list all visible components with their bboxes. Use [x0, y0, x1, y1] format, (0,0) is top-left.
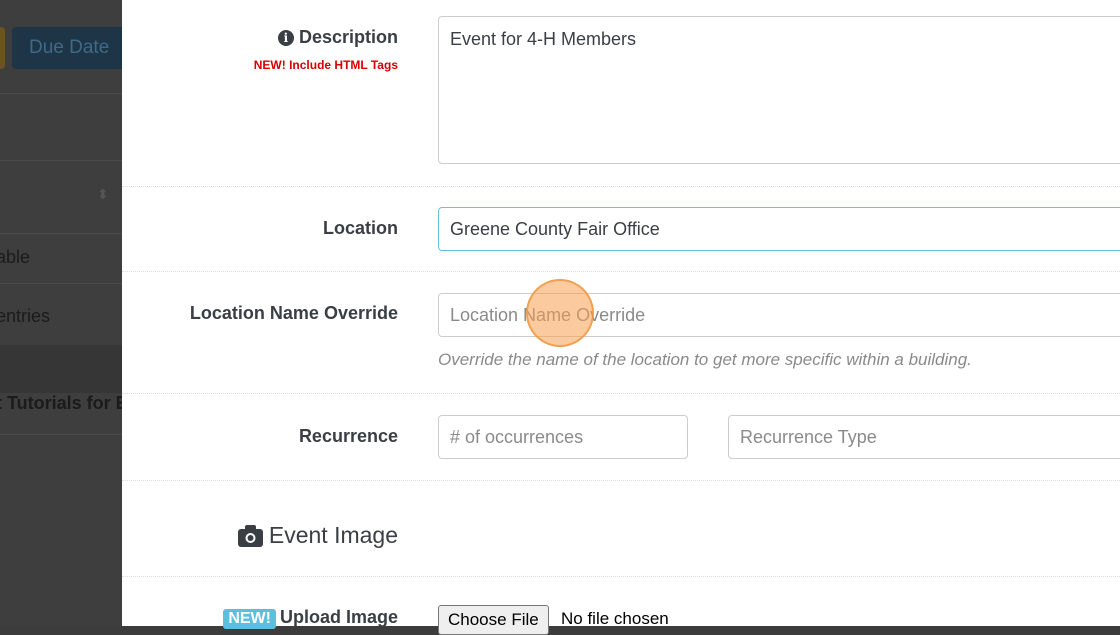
html-tags-note: NEW! Include HTML Tags — [253, 58, 398, 72]
camera-icon — [237, 524, 263, 547]
backdrop-page: Due Date ⬍ able entries t Tutorials for … — [0, 0, 122, 626]
divider — [122, 480, 1120, 481]
backdrop-text: t Tutorials for Ev — [0, 393, 122, 413]
choose-file-button[interactable]: Choose File — [438, 605, 549, 635]
backdrop-button — [0, 27, 5, 69]
occurrences-input[interactable]: # of occurrences — [438, 415, 688, 459]
recurrence-type-select[interactable]: Recurrence Type — [728, 415, 1120, 459]
location-override-help: Override the name of the location to get… — [438, 350, 972, 369]
info-icon: i — [277, 30, 294, 46]
divider — [122, 393, 1120, 394]
divider — [122, 576, 1120, 577]
location-override-label: Location Name Override — [189, 303, 398, 323]
placeholder: Recurrence Type — [740, 426, 877, 447]
heading-text: Event Image — [268, 522, 398, 548]
sort-icon: ⬍ — [97, 186, 109, 202]
backdrop-text: entries — [0, 306, 51, 326]
divider — [0, 160, 122, 161]
backdrop-text: able — [0, 247, 31, 267]
recurrence-label: Recurrence — [298, 426, 398, 446]
description-label: i Description — [277, 27, 398, 48]
divider — [122, 271, 1120, 272]
file-status: No file chosen — [561, 609, 669, 628]
description-textarea[interactable]: Event for 4-H Members — [438, 16, 1120, 164]
divider — [0, 93, 122, 94]
location-label: Location — [323, 218, 398, 238]
due-date-button: Due Date — [12, 27, 122, 69]
divider — [122, 186, 1120, 187]
backdrop-band — [0, 345, 122, 393]
divider — [0, 233, 122, 234]
placeholder: # of occurrences — [450, 426, 584, 447]
click-indicator — [526, 279, 594, 347]
event-image-heading: Event Image — [237, 522, 398, 549]
divider — [0, 283, 122, 284]
event-form-panel: i Description NEW! Include HTML Tags Eve… — [122, 0, 1120, 635]
new-badge: NEW! — [223, 609, 276, 629]
location-input[interactable]: Greene County Fair Office — [438, 207, 1120, 251]
divider — [0, 434, 122, 435]
